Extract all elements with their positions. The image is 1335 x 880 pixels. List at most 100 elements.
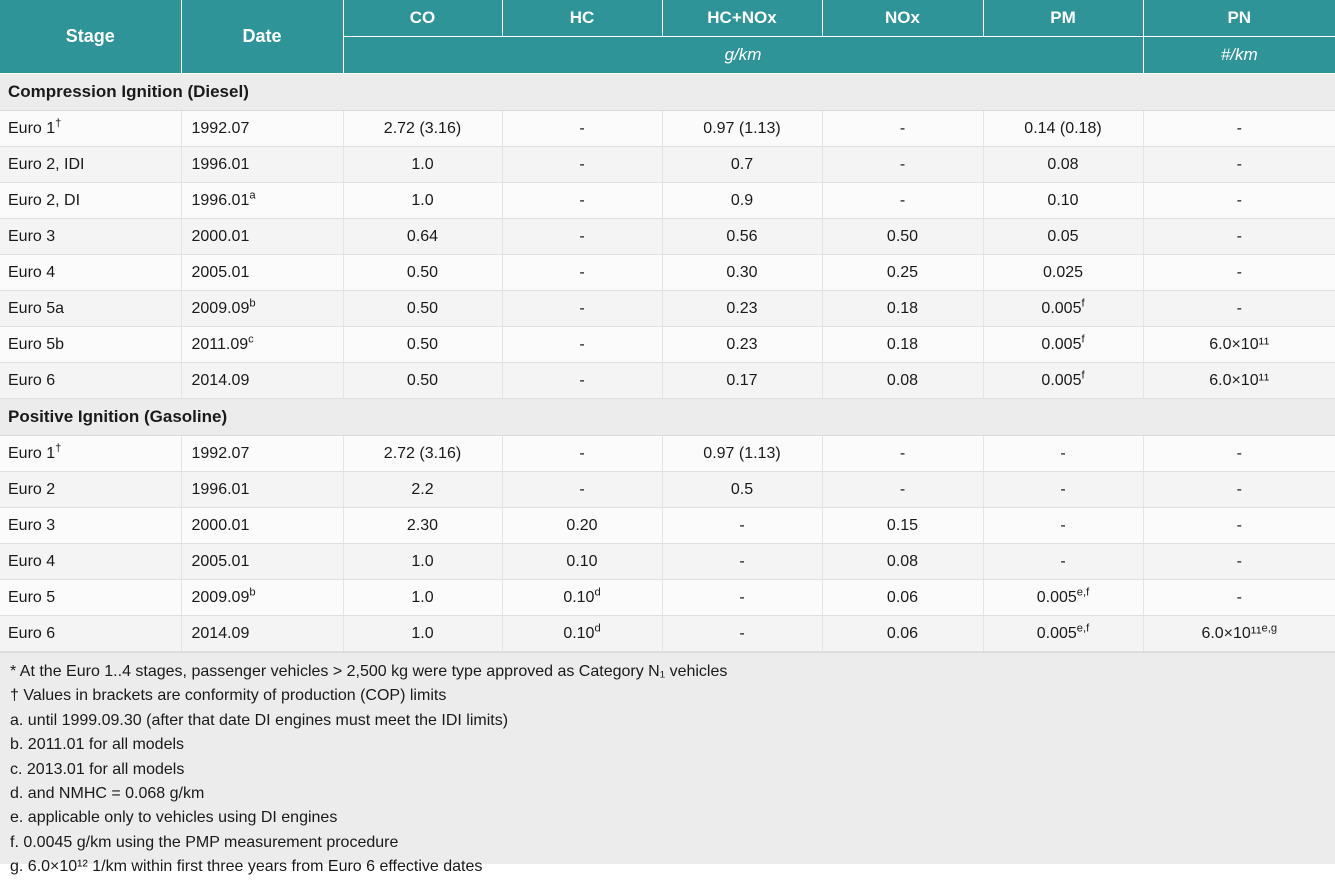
cell-stage: Euro 4 — [0, 543, 182, 580]
cell-pn: - — [1143, 471, 1335, 508]
cell-co: 1.0 — [343, 182, 503, 219]
cell-pm: 0.005f — [983, 362, 1144, 399]
cell-co: 1.0 — [343, 543, 503, 580]
cell-nox: 0.50 — [822, 218, 984, 255]
cell-pm: 0.14 (0.18) — [983, 110, 1144, 147]
header-row-pollutants: Stage Date CO HC HC+NOx NOx PM PN — [0, 0, 1335, 74]
cell-hc-nox: 0.9 — [662, 182, 823, 219]
cell-stage: Euro 5b — [0, 326, 182, 363]
cell-pm: - — [983, 507, 1144, 544]
cell-hc: - — [502, 435, 663, 472]
cell-pm: 0.08 — [983, 146, 1144, 183]
cell-pn: - — [1143, 218, 1335, 255]
cell-co: 0.50 — [343, 290, 503, 327]
cell-date: 2009.09b — [181, 579, 344, 616]
cell-stage: Euro 2, DI — [0, 182, 182, 219]
cell-pn: - — [1143, 543, 1335, 580]
column-header-hc: HC — [501, 0, 663, 37]
table-row: Euro 3 2000.01 2.30 0.20-0.15- - — [0, 507, 1335, 544]
cell-pn: - — [1143, 579, 1335, 616]
cell-date: 2014.09 — [181, 615, 344, 652]
column-header-date: Date — [180, 0, 344, 74]
cell-pm: 0.025 — [983, 254, 1144, 291]
cell-pm: 0.05 — [983, 218, 1144, 255]
cell-hc: 0.10 — [502, 543, 663, 580]
cell-stage: Euro 6 — [0, 362, 182, 399]
cell-stage: Euro 1† — [0, 435, 182, 472]
cell-pn: - — [1143, 182, 1335, 219]
cell-pm: 0.005f — [983, 326, 1144, 363]
cell-pm: - — [983, 435, 1144, 472]
cell-nox: 0.18 — [822, 290, 984, 327]
cell-nox: 0.06 — [822, 579, 984, 616]
footnote-line: * At the Euro 1..4 stages, passenger veh… — [10, 663, 728, 680]
cell-hc: 0.10d — [502, 579, 663, 616]
column-header-nox: NOx — [821, 0, 984, 37]
cell-date: 2014.09 — [181, 362, 344, 399]
cell-nox: - — [822, 435, 984, 472]
cell-date: 2000.01 — [181, 218, 344, 255]
table-row: Euro 5b 2011.09c 0.50-0.23 0.18 0.005f 6.0×10… — [0, 326, 1335, 363]
cell-date: 1992.07 — [181, 435, 344, 472]
table-row: Euro 1† 1992.07 2.72 (3.16) -0.97 (1.13) -0.… — [0, 110, 1335, 147]
column-header-co: CO — [342, 0, 503, 37]
cell-pm: 0.005e,f — [983, 615, 1144, 652]
cell-pn: - — [1143, 507, 1335, 544]
cell-pm: - — [983, 471, 1144, 508]
table-row: Euro 5a 2009.09b 0.50-0.23 0.18 0.005f - — [0, 290, 1335, 327]
cell-nox: - — [822, 471, 984, 508]
table-row: Euro 6 2014.09 0.50-0.17 0.08 0.005f 6.0×10¹¹ — [0, 362, 1335, 399]
footnote-line: c. 2013.01 for all models — [10, 760, 185, 778]
cell-pn: - — [1143, 110, 1335, 147]
cell-nox: 0.08 — [822, 362, 984, 399]
table-body: Compression Ignition (Diesel) Euro 1† 1992… — [0, 73, 1335, 652]
cell-co: 0.50 — [343, 254, 503, 291]
footnote-line: d. and NMHC = 0.068 g/km — [10, 785, 205, 803]
cell-nox: - — [822, 146, 984, 183]
cell-stage: Euro 6 — [0, 615, 182, 652]
cell-hc: - — [502, 290, 663, 327]
cell-hc-nox: 0.7 — [662, 146, 823, 183]
cell-pm: 0.10 — [983, 182, 1144, 219]
cell-hc-nox: - — [662, 579, 823, 616]
cell-co: 2.2 — [343, 471, 503, 508]
cell-pn: 6.0×10¹¹ — [1143, 362, 1335, 399]
cell-hc-nox: - — [662, 543, 823, 580]
cell-hc: - — [502, 326, 663, 363]
table-header: Stage Date CO HC HC+NOx NOx PM PN g/km #… — [0, 0, 1335, 74]
footnotes: * At the Euro 1..4 stages, passenger veh… — [0, 652, 1335, 875]
table-row: Euro 2 1996.01 2.2-0.5- - - — [0, 471, 1335, 508]
unit-header-count: #/km — [1142, 36, 1335, 74]
cell-nox: - — [822, 110, 984, 147]
column-header-hc-nox: HC+NOx — [661, 0, 823, 37]
cell-date: 2009.09b — [181, 290, 344, 327]
cell-pn: - — [1143, 435, 1335, 472]
section-title: Positive Ignition (Gasoline) — [0, 398, 1335, 436]
cell-pm: 0.005f — [983, 290, 1144, 327]
cell-co: 0.50 — [343, 326, 503, 363]
cell-co: 0.50 — [343, 362, 503, 399]
cell-nox: 0.15 — [822, 507, 984, 544]
cell-date: 1992.07 — [181, 110, 344, 147]
footnote-line: a. until 1999.09.30 (after that date DI … — [10, 711, 509, 729]
cell-co: 1.0 — [343, 146, 503, 183]
cell-stage: Euro 3 — [0, 507, 182, 544]
cell-hc-nox: 0.56 — [662, 218, 823, 255]
cell-pm: 0.005e,f — [983, 579, 1144, 616]
cell-date: 1996.01 — [181, 146, 344, 183]
emission-standards-table: Stage Date CO HC HC+NOx NOx PM PN g/km #… — [0, 0, 1335, 652]
cell-date: 2011.09c — [181, 326, 344, 363]
section-header-row: Positive Ignition (Gasoline) — [0, 398, 1335, 436]
cell-hc-nox: 0.23 — [662, 290, 823, 327]
cell-stage: Euro 5a — [0, 290, 182, 327]
cell-date: 1996.01 — [181, 471, 344, 508]
column-header-stage: Stage — [0, 0, 182, 74]
table-row: Euro 4 2005.01 0.50-0.30 0.25 0.025- — [0, 254, 1335, 291]
cell-date: 1996.01a — [181, 182, 344, 219]
table-row: Euro 3 2000.01 0.64-0.56 0.50 0.05- — [0, 218, 1335, 255]
cell-hc-nox: - — [662, 507, 823, 544]
cell-nox: 0.08 — [822, 543, 984, 580]
cell-stage: Euro 2, IDI — [0, 146, 182, 183]
cell-stage: Euro 1† — [0, 110, 182, 147]
cell-stage: Euro 2 — [0, 471, 182, 508]
